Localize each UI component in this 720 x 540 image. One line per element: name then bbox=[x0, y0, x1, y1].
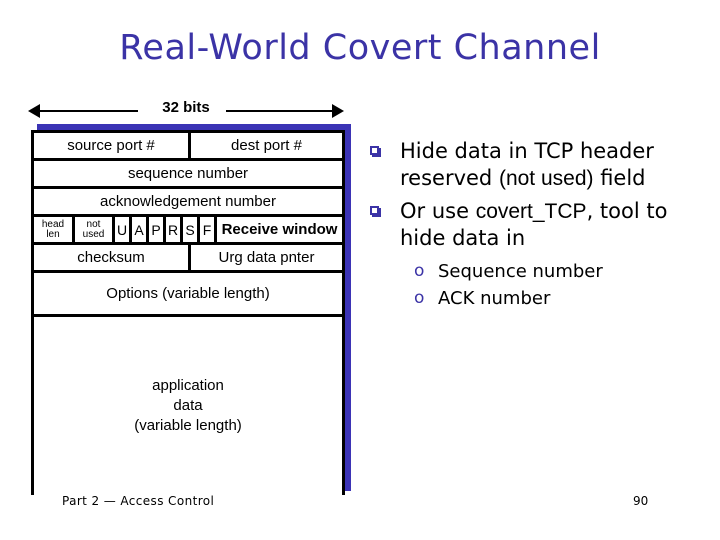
bullet-text-hide-data-not-used: (not used) bbox=[498, 167, 594, 190]
tcp-row-options: Options (variable length) bbox=[34, 273, 342, 317]
tcp-field-not-used-line2: used bbox=[82, 228, 105, 240]
tcp-row-acknowledgement: acknowledgement number bbox=[34, 189, 342, 217]
tcp-row-flags: head len not used U A P R S F Receive wi… bbox=[34, 217, 342, 245]
sub-bullet-item-ack-number: o ACK number bbox=[412, 285, 712, 312]
tcp-flag-fin: F bbox=[197, 217, 214, 242]
page-number: 90 bbox=[633, 494, 649, 508]
page-title: Real-World Covert Channel bbox=[119, 28, 601, 68]
tcp-field-application-data-line3: (variable length) bbox=[134, 417, 242, 434]
tcp-row-ports: source port # dest port # bbox=[34, 133, 342, 161]
bullet-text-hide-data-part3: field bbox=[593, 166, 646, 190]
sub-bullet-list: o Sequence number o ACK number bbox=[368, 258, 712, 312]
bullet-text-covert-tcp-part1: Or use bbox=[400, 199, 476, 223]
tcp-field-not-used: not used bbox=[72, 217, 112, 242]
tcp-field-checksum: checksum bbox=[77, 249, 145, 266]
tcp-field-receive-window: Receive window bbox=[214, 217, 342, 242]
bit-width-label: 32 bits bbox=[148, 99, 224, 116]
tcp-field-source-port: source port # bbox=[67, 137, 155, 154]
tcp-field-application-data-line2: data bbox=[173, 397, 203, 414]
tcp-header-diagram: source port # dest port # sequence numbe… bbox=[31, 130, 345, 495]
sub-bullet-item-sequence-number: o Sequence number bbox=[412, 258, 712, 285]
arrow-line-left bbox=[38, 110, 138, 112]
tcp-row-sequence: sequence number bbox=[34, 161, 342, 189]
bullet-text-covert-tcp-name: covert_TCP bbox=[475, 200, 587, 223]
tcp-flag-syn: S bbox=[180, 217, 197, 242]
tcp-row-application-data: application data (variable length) bbox=[34, 317, 342, 495]
arrow-head-right-icon bbox=[332, 104, 344, 118]
bullet-list: Hide data in TCP header reserved (not us… bbox=[368, 138, 712, 312]
square-bullet-icon bbox=[370, 146, 379, 155]
tcp-field-dest-port: dest port # bbox=[188, 133, 342, 158]
tcp-row-checksum: checksum Urg data pnter bbox=[34, 245, 342, 273]
circle-bullet-icon: o bbox=[414, 261, 425, 281]
tcp-field-header-length-line2: len bbox=[46, 228, 60, 240]
sub-bullet-text-ack-number: ACK number bbox=[438, 288, 551, 309]
sub-bullet-text-sequence-number: Sequence number bbox=[438, 261, 603, 282]
tcp-flag-psh: P bbox=[146, 217, 163, 242]
footer-label: Part 2 — Access Control bbox=[62, 494, 215, 508]
tcp-field-not-used-line1: not bbox=[86, 218, 101, 230]
tcp-field-header-length: head len bbox=[34, 217, 72, 242]
bit-width-ruler: 32 bits bbox=[28, 99, 344, 122]
tcp-field-header-length-line1: head bbox=[41, 218, 65, 230]
bullet-item-covert-tcp: Or use covert_TCP, tool to hide data in bbox=[368, 198, 712, 252]
tcp-flag-ack: A bbox=[129, 217, 146, 242]
tcp-flag-rst: R bbox=[163, 217, 180, 242]
arrow-line-right bbox=[226, 110, 334, 112]
tcp-field-sequence-number: sequence number bbox=[127, 165, 249, 182]
bullet-item-hide-data: Hide data in TCP header reserved (not us… bbox=[368, 138, 712, 192]
tcp-flag-urg: U bbox=[112, 217, 129, 242]
circle-bullet-icon: o bbox=[414, 288, 425, 308]
tcp-field-ack-number: acknowledgement number bbox=[100, 193, 276, 210]
tcp-field-application-data-line1: application bbox=[152, 377, 224, 394]
square-bullet-icon bbox=[370, 206, 379, 215]
tcp-field-application-data: application data (variable length) bbox=[34, 317, 342, 495]
tcp-field-options: Options (variable length) bbox=[106, 285, 270, 302]
tcp-field-urgent-pointer: Urg data pnter bbox=[188, 245, 342, 270]
